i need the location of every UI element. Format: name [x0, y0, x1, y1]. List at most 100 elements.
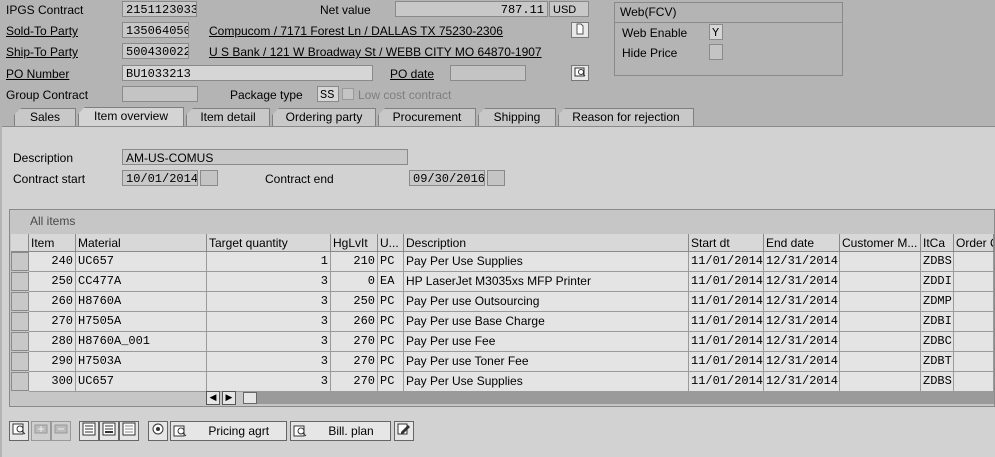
cell-start-date[interactable]: 11/01/2014: [689, 252, 764, 272]
cell-itca[interactable]: ZDBC: [921, 332, 954, 352]
tab-procurement[interactable]: Procurement: [378, 108, 476, 126]
configuration-icon[interactable]: [148, 421, 168, 441]
row-selector[interactable]: [11, 312, 29, 331]
delete-row-icon[interactable]: [51, 421, 71, 441]
cell-item[interactable]: 270: [29, 312, 76, 332]
cell-itca[interactable]: ZDBT: [921, 352, 954, 372]
tab-sales[interactable]: Sales: [14, 108, 76, 126]
group-contract-field[interactable]: [122, 86, 198, 102]
select-all-cell[interactable]: [11, 234, 29, 252]
cell-target-quantity[interactable]: 1: [207, 252, 331, 272]
cell-description[interactable]: HP LaserJet M3035xs MFP Printer: [404, 272, 689, 292]
contract-end-field[interactable]: 09/30/2016: [409, 170, 485, 186]
row-selector[interactable]: [11, 372, 29, 391]
cell-description[interactable]: Pay Per Use Supplies: [404, 372, 689, 392]
cell-start-date[interactable]: 11/01/2014: [689, 352, 764, 372]
tab-item-detail[interactable]: Item detail: [186, 108, 270, 126]
cell-description[interactable]: Pay Per use Base Charge: [404, 312, 689, 332]
details-icon[interactable]: [9, 421, 29, 441]
cell-unit[interactable]: EA: [378, 272, 404, 292]
cell-end-date[interactable]: 12/31/2014: [764, 252, 840, 272]
po-date-label[interactable]: PO date: [390, 67, 434, 81]
cell-material[interactable]: H8760A: [76, 292, 207, 312]
scroll-thumb[interactable]: [243, 392, 257, 404]
tab-item-overview[interactable]: Item overview: [78, 107, 184, 127]
cell-order-qty[interactable]: [954, 372, 994, 392]
tab-reason-for-rejection[interactable]: Reason for rejection: [558, 108, 694, 126]
ship-to-address-link[interactable]: U S Bank / 121 W Broadway St / WEBB CITY…: [209, 45, 542, 59]
po-date-field[interactable]: [450, 65, 526, 81]
po-lookup-icon[interactable]: [571, 65, 589, 81]
description-field[interactable]: AM-US-COMUS: [122, 149, 408, 165]
hide-price-field[interactable]: [709, 44, 723, 60]
cell-hglvlt[interactable]: 270: [331, 352, 378, 372]
contract-number-field[interactable]: 2151123033: [122, 1, 197, 17]
cell-customer-material[interactable]: [840, 312, 921, 332]
deselect-all-icon[interactable]: [119, 421, 139, 441]
cell-target-quantity[interactable]: 3: [207, 372, 331, 392]
web-enable-field[interactable]: Y: [709, 24, 723, 40]
row-selector[interactable]: [11, 252, 29, 271]
cell-target-quantity[interactable]: 3: [207, 312, 331, 332]
tab-ordering-party[interactable]: Ordering party: [272, 108, 376, 126]
col-header-material[interactable]: Material: [76, 234, 207, 252]
col-header-end-date[interactable]: End date: [764, 234, 840, 252]
sold-to-label[interactable]: Sold-To Party: [6, 24, 78, 38]
cell-item[interactable]: 290: [29, 352, 76, 372]
sold-to-address-link[interactable]: Compucom / 7171 Forest Ln / DALLAS TX 75…: [209, 24, 503, 38]
cell-start-date[interactable]: 11/01/2014: [689, 372, 764, 392]
currency-field[interactable]: USD: [549, 1, 589, 17]
cell-customer-material[interactable]: [840, 292, 921, 312]
scroll-right-icon[interactable]: ▶: [222, 391, 236, 405]
cell-start-date[interactable]: 11/01/2014: [689, 272, 764, 292]
col-header-customer-material[interactable]: Customer M...: [840, 234, 921, 252]
ship-to-field[interactable]: 500430022: [122, 43, 189, 59]
cell-description[interactable]: Pay Per use Fee: [404, 332, 689, 352]
col-header-itca[interactable]: ItCa: [921, 234, 954, 252]
cell-description[interactable]: Pay Per Use Supplies: [404, 252, 689, 272]
po-number-field[interactable]: BU1033213: [122, 65, 373, 81]
cell-itca[interactable]: ZDBS: [921, 372, 954, 392]
row-selector[interactable]: [11, 332, 29, 351]
cell-hglvlt[interactable]: 0: [331, 272, 378, 292]
cell-order-qty[interactable]: [954, 312, 994, 332]
row-selector[interactable]: [11, 352, 29, 371]
sold-to-field[interactable]: 135064050: [122, 22, 189, 38]
col-header-unit[interactable]: U...: [378, 234, 404, 252]
cell-customer-material[interactable]: [840, 332, 921, 352]
col-header-start-date[interactable]: Start dt: [689, 234, 764, 252]
cell-itca[interactable]: ZDDI: [921, 272, 954, 292]
cell-start-date[interactable]: 11/01/2014: [689, 332, 764, 352]
cell-end-date[interactable]: 12/31/2014: [764, 352, 840, 372]
cell-order-qty[interactable]: [954, 352, 994, 372]
document-icon[interactable]: [571, 22, 589, 38]
contract-end-extra[interactable]: [487, 170, 505, 186]
cell-hglvlt[interactable]: 270: [331, 332, 378, 352]
cell-order-qty[interactable]: [954, 272, 994, 292]
col-header-target-quantity[interactable]: Target quantity: [207, 234, 331, 252]
cell-customer-material[interactable]: [840, 252, 921, 272]
cell-item[interactable]: 250: [29, 272, 76, 292]
cell-order-qty[interactable]: [954, 332, 994, 352]
cell-target-quantity[interactable]: 3: [207, 332, 331, 352]
cell-hglvlt[interactable]: 210: [331, 252, 378, 272]
cell-target-quantity[interactable]: 3: [207, 272, 331, 292]
cell-material[interactable]: H7505A: [76, 312, 207, 332]
cell-target-quantity[interactable]: 3: [207, 292, 331, 312]
row-selector[interactable]: [11, 292, 29, 311]
ship-to-label[interactable]: Ship-To Party: [6, 45, 78, 59]
cell-hglvlt[interactable]: 250: [331, 292, 378, 312]
cell-material[interactable]: UC657: [76, 252, 207, 272]
cell-unit[interactable]: PC: [378, 312, 404, 332]
package-type-field[interactable]: SS: [317, 86, 339, 102]
cell-start-date[interactable]: 11/01/2014: [689, 292, 764, 312]
col-header-hglvlt[interactable]: HgLvIt: [331, 234, 378, 252]
cell-end-date[interactable]: 12/31/2014: [764, 332, 840, 352]
scroll-left-icon[interactable]: ◀: [206, 391, 220, 405]
col-header-description[interactable]: Description: [404, 234, 689, 252]
cell-item[interactable]: 300: [29, 372, 76, 392]
cell-customer-material[interactable]: [840, 352, 921, 372]
cell-description[interactable]: Pay Per use Toner Fee: [404, 352, 689, 372]
cell-material[interactable]: H7503A: [76, 352, 207, 372]
cell-material[interactable]: UC657: [76, 372, 207, 392]
